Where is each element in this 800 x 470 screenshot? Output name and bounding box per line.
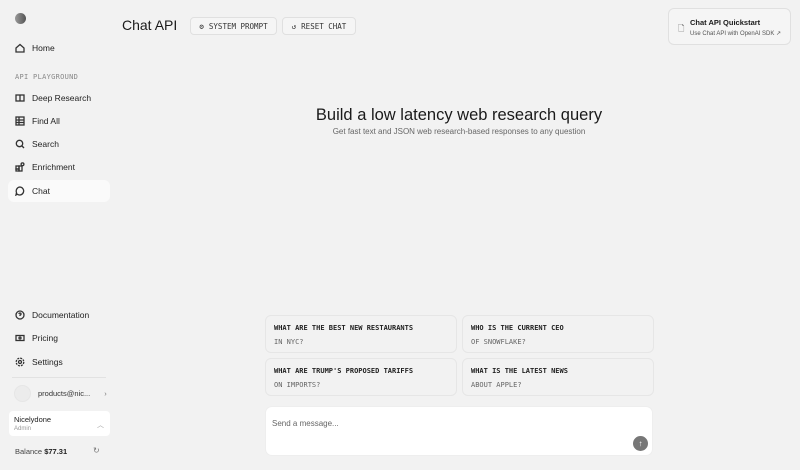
system-prompt-button[interactable]: ⚙ SYSTEM PROMPT [190, 17, 277, 35]
page-title: Chat API [122, 17, 178, 33]
balance-label: Balance [15, 447, 43, 456]
account-email: products@nic... [38, 389, 91, 398]
org-name: Nicelydone [14, 415, 52, 424]
chat-icon [15, 186, 25, 196]
hero-subheading: Get fast text and JSON web research-base… [332, 127, 586, 136]
balance: Balance $77.31 [15, 447, 67, 456]
blocks-icon [15, 162, 25, 172]
label: Pricing [32, 333, 58, 343]
sidebar-item-chat[interactable]: Chat [8, 180, 110, 202]
banknote-icon [15, 334, 25, 342]
sidebar-item-settings[interactable]: Settings [8, 351, 110, 373]
label: Enrichment [32, 162, 75, 172]
gear-icon [15, 357, 25, 367]
table-icon [15, 116, 25, 126]
section-label: API PLAYGROUND [15, 73, 79, 81]
suggestion-line2: IN NYC? [274, 338, 304, 346]
help-circle-icon [15, 310, 25, 320]
external-link-icon: ↗ [776, 31, 782, 37]
suggestion-line1: WHAT ARE THE BEST NEW RESTAURANTS [274, 324, 414, 332]
label: Search [32, 139, 59, 149]
suggestion-line2: ON IMPORTS? [274, 381, 321, 389]
hero-heading: Build a low latency web research query [315, 106, 603, 124]
home-icon [15, 43, 25, 53]
label: RESET CHAT [301, 21, 347, 31]
quickstart-subtitle: Use Chat API with OpenAI SDK [690, 31, 775, 37]
suggestion-card[interactable]: WHAT IS THE LATEST NEWS ABOUT APPLE? [462, 358, 654, 396]
suggestion-line2: OF SNOWFLAKE? [471, 338, 526, 346]
account-menu[interactable]: products@nic... › [14, 385, 107, 402]
avatar [14, 385, 31, 402]
sidebar-item-enrichment[interactable]: Enrichment [8, 156, 110, 178]
sidebar-item-pricing[interactable]: Pricing [8, 327, 110, 349]
sidebar-item-documentation[interactable]: Documentation [8, 304, 110, 326]
message-input[interactable] [272, 419, 646, 428]
search-icon [15, 139, 25, 149]
quickstart-title: Chat API Quickstart [690, 18, 761, 27]
org-role: Admin [14, 426, 32, 432]
book-icon [15, 94, 25, 102]
suggestion-line2: ABOUT APPLE? [471, 381, 522, 389]
reset-chat-button[interactable]: ↺ RESET CHAT [282, 17, 356, 35]
suggestion-line1: WHAT IS THE LATEST NEWS [471, 367, 568, 375]
org-switcher[interactable]: Nicelydone Admin ︿ [9, 411, 110, 436]
label: Find All [32, 116, 60, 126]
chevron-right-icon: › [104, 389, 107, 398]
label: Home [32, 43, 55, 53]
gear-icon: ⚙ [199, 21, 204, 31]
reset-icon: ↺ [291, 21, 297, 31]
sidebar-item-deep-research[interactable]: Deep Research [8, 87, 110, 109]
divider [12, 377, 106, 378]
label: Settings [32, 357, 63, 367]
suggestion-card[interactable]: WHAT ARE THE BEST NEW RESTAURANTS IN NYC? [265, 315, 457, 353]
send-button[interactable]: ↑ [633, 436, 648, 451]
file-icon: 🗋 [678, 24, 685, 33]
suggestion-line1: WHO IS THE CURRENT CEO [471, 324, 564, 332]
sidebar-item-find-all[interactable]: Find All [8, 110, 110, 132]
arrow-up-icon: ↑ [638, 439, 643, 448]
message-box: ↑ [265, 406, 653, 456]
balance-value: $77.31 [44, 447, 68, 456]
suggestion-card[interactable]: WHAT ARE TRUMP'S PROPOSED TARIFFS ON IMPO… [265, 358, 457, 396]
label: SYSTEM PROMPT [208, 21, 268, 31]
quickstart-card[interactable]: 🗋 Chat API Quickstart Use Chat API with Op… [668, 8, 791, 45]
suggestion-line1: WHAT ARE TRUMP'S PROPOSED TARIFFS [274, 367, 414, 375]
sidebar-item-search[interactable]: Search [8, 133, 110, 155]
sidebar-item-home[interactable]: Home [8, 37, 110, 59]
logo [15, 13, 26, 24]
refresh-balance-icon[interactable]: ↻ [93, 446, 100, 455]
chevron-up-icon: ︿ [97, 422, 104, 429]
label: Chat [32, 186, 50, 196]
suggestion-card[interactable]: WHO IS THE CURRENT CEO OF SNOWFLAKE? [462, 315, 654, 353]
label: Deep Research [32, 93, 92, 103]
label: Documentation [32, 310, 90, 320]
